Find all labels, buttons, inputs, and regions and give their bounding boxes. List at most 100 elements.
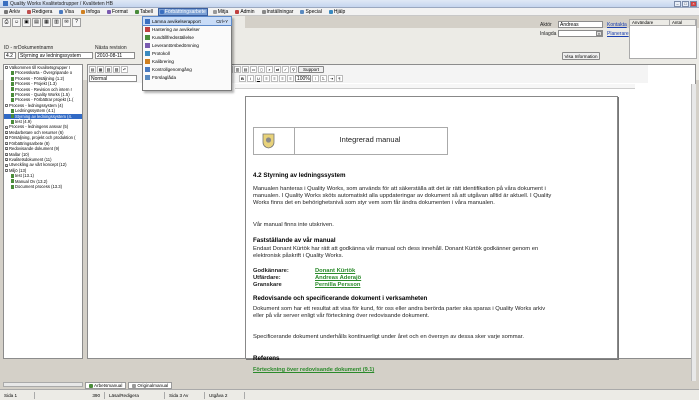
column-header-count[interactable]: Antal <box>670 20 696 25</box>
replace-icon[interactable]: ⇄ <box>274 66 281 73</box>
menu-item-2[interactable]: Visa <box>58 9 75 15</box>
status-issue: Utgåva 2 <box>205 391 245 399</box>
manual-tabs: Arbetsmanual Originalmanual <box>85 382 285 389</box>
id-field[interactable]: 4.2 <box>4 52 16 59</box>
open-icon[interactable]: ▤ <box>32 17 41 27</box>
menu-icon <box>212 9 217 14</box>
menu-item-3[interactable]: Infoga <box>80 9 101 15</box>
maximize-button[interactable]: □ <box>682 1 689 7</box>
paragraph-icon[interactable]: ¶ <box>336 75 343 82</box>
menu-item-8[interactable]: Admin <box>234 9 255 15</box>
expand-icon[interactable]: + <box>5 125 8 129</box>
underline-button[interactable]: U <box>255 75 262 82</box>
expand-icon[interactable]: + <box>5 158 8 162</box>
planerare-link[interactable]: Planerare <box>607 31 629 37</box>
dropdown-item-5[interactable]: Kalibrering <box>143 57 231 65</box>
tab-work-manual[interactable]: Arbetsmanual <box>85 382 127 389</box>
role-reviewer: Granskare <box>253 282 282 288</box>
menu-item-10[interactable]: Special <box>299 9 322 15</box>
expand-icon[interactable]: + <box>5 152 8 156</box>
menu-item-6[interactable]: Förbättringsarbete <box>157 7 208 16</box>
document-icon <box>11 76 14 81</box>
indent-icon[interactable]: ⇥ <box>328 75 335 82</box>
image-icon[interactable]: ▧ <box>105 66 112 73</box>
revision-field[interactable]: 2010-08-11 <box>95 52 135 59</box>
dropdown-item-6[interactable]: Kontrollgenomgång <box>143 65 231 73</box>
menu-item-1[interactable]: Redigera <box>26 9 53 15</box>
collapse-icon[interactable]: - <box>5 104 8 108</box>
user-icon[interactable]: ☺ <box>12 17 21 27</box>
view-info-button[interactable]: Visa Information <box>562 52 600 60</box>
style-select[interactable]: Normal <box>89 75 137 82</box>
minimize-button[interactable]: – <box>674 1 681 7</box>
link-icon[interactable]: ⚲ <box>290 66 297 73</box>
bullet-list-icon[interactable]: ⁝ <box>312 75 319 82</box>
expand-icon[interactable]: + <box>5 141 8 145</box>
menu-icon <box>81 9 86 14</box>
bold-icon[interactable]: ▤ <box>89 66 96 73</box>
tab-original-manual[interactable]: Originalmanual <box>128 382 173 389</box>
menu-item-0[interactable]: Arkiv <box>3 9 21 15</box>
align-right-icon[interactable]: ≡ <box>279 75 286 82</box>
paste-icon[interactable]: ▨ <box>113 66 120 73</box>
dropdown-item-4[interactable]: Protokoll <box>143 49 231 57</box>
spell-icon[interactable]: ✓ <box>282 66 289 73</box>
find-icon[interactable]: ⌕ <box>266 66 273 73</box>
actor-label: Aktör <box>540 22 552 28</box>
chevron-down-icon[interactable]: ▾ <box>596 31 602 36</box>
ruler[interactable] <box>235 84 635 89</box>
docname-field[interactable]: Styrning av ledningssystem <box>18 52 93 59</box>
document-icon <box>11 114 14 119</box>
dropdown-item-1[interactable]: Hantering av avvikelser <box>143 25 231 33</box>
bold-button[interactable]: B <box>239 75 246 82</box>
vertical-scrollbar[interactable] <box>691 84 696 381</box>
menu-item-icon <box>145 66 150 72</box>
import-icon[interactable]: ▥ <box>52 17 61 27</box>
menu-item-5[interactable]: Tabell <box>134 9 154 15</box>
mail-icon[interactable]: ✉ <box>62 17 71 27</box>
document-heading: 4.2 Styrning av ledningssystem <box>253 172 346 179</box>
dropdown-item-2[interactable]: Kundtillfredsställelse <box>143 33 231 41</box>
dropdown-item-0[interactable]: Lämna avvikelserapport Ctrl+Y <box>142 16 232 26</box>
support-button[interactable]: Support <box>298 66 324 73</box>
split-icon[interactable]: ▤ <box>242 66 249 73</box>
align-center-icon[interactable]: ≡ <box>271 75 278 82</box>
menu-item-11[interactable]: Hjälp <box>328 9 346 15</box>
column-header-user[interactable]: Användare <box>630 20 670 25</box>
name-reviewer[interactable]: Pernilla Persson <box>315 282 395 289</box>
tree-horizontal-scrollbar[interactable] <box>3 382 83 387</box>
dropdown-item-3[interactable]: Leverantörsbedömning <box>143 41 231 49</box>
menu-item-icon <box>145 74 150 80</box>
paragraph-1: Manualen hanteras i Quality Works, som a… <box>253 186 552 207</box>
print-icon[interactable]: ⎙ <box>2 17 11 27</box>
menu-item-7[interactable]: Mitja <box>212 9 230 15</box>
merge-icon[interactable]: ▥ <box>234 66 241 73</box>
undo-icon[interactable]: ↶ <box>121 66 128 73</box>
zoom-select[interactable]: 100% <box>295 75 311 82</box>
actor-field[interactable]: Andreas <box>558 21 603 28</box>
table-icon[interactable]: ▦ <box>97 66 104 73</box>
col-icon[interactable]: ▯ <box>258 66 265 73</box>
expand-icon[interactable]: + <box>5 136 8 140</box>
italic-button[interactable]: I <box>247 75 254 82</box>
status-bar: Sida 1 390 Läsa/Redigera Sida 3 Av Utgåv… <box>0 389 699 400</box>
justify-icon[interactable]: ≡ <box>287 75 294 82</box>
menu-item-9[interactable]: Inställningar <box>261 9 295 15</box>
expand-icon[interactable]: + <box>5 131 8 135</box>
help-icon[interactable]: ? <box>72 17 81 27</box>
number-list-icon[interactable]: ⒈ <box>320 75 327 82</box>
collapse-icon[interactable]: - <box>5 66 8 70</box>
collapse-icon[interactable]: - <box>5 168 8 172</box>
save-icon[interactable]: ▣ <box>22 17 31 27</box>
expand-icon[interactable]: + <box>5 147 8 151</box>
kontakta-link[interactable]: Kontakta <box>607 22 627 28</box>
menu-item-4[interactable]: Format <box>106 9 129 15</box>
close-button[interactable]: × <box>690 1 697 7</box>
reference-link[interactable]: Förteckning över redovisande dokument (9… <box>253 367 453 374</box>
dropdown-item-7[interactable]: Förslaglåda <box>143 73 231 81</box>
expand-icon[interactable]: + <box>5 163 8 167</box>
tree-node[interactable]: Document process (13.3) <box>4 184 82 189</box>
export-icon[interactable]: ▦ <box>42 17 51 27</box>
row-icon[interactable]: ▭ <box>250 66 257 73</box>
align-left-icon[interactable]: ≡ <box>263 75 270 82</box>
